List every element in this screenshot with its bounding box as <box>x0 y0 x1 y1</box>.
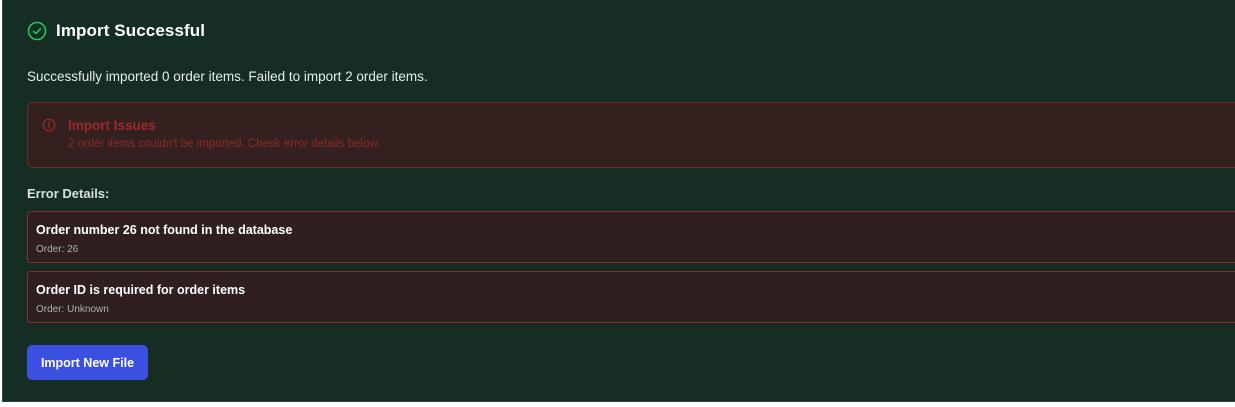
issues-title: Import Issues <box>68 118 156 133</box>
error-item: Order number 26 not found in the databas… <box>27 211 1235 263</box>
page-title: Import Successful <box>56 21 206 40</box>
error-message: Order ID is required for order items <box>36 283 246 297</box>
error-item: Order ID is required for order items Ord… <box>27 271 1235 323</box>
issues-message: 2 order items couldn't be imported. Chec… <box>68 138 381 150</box>
check-circle-icon <box>27 21 47 41</box>
import-result-panel: Import Successful Successfully imported … <box>2 0 1235 402</box>
error-message: Order number 26 not found in the databas… <box>36 223 293 237</box>
alert-circle-icon <box>42 118 56 132</box>
import-summary: Successfully imported 0 order items. Fai… <box>27 69 428 84</box>
error-details-heading: Error Details: <box>27 186 110 201</box>
import-header: Import Successful <box>27 21 205 41</box>
import-new-file-button[interactable]: Import New File <box>27 345 148 380</box>
error-order: Order: Unknown <box>36 304 109 315</box>
error-order: Order: 26 <box>36 244 79 255</box>
import-issues-alert: Import Issues 2 order items couldn't be … <box>27 102 1235 168</box>
